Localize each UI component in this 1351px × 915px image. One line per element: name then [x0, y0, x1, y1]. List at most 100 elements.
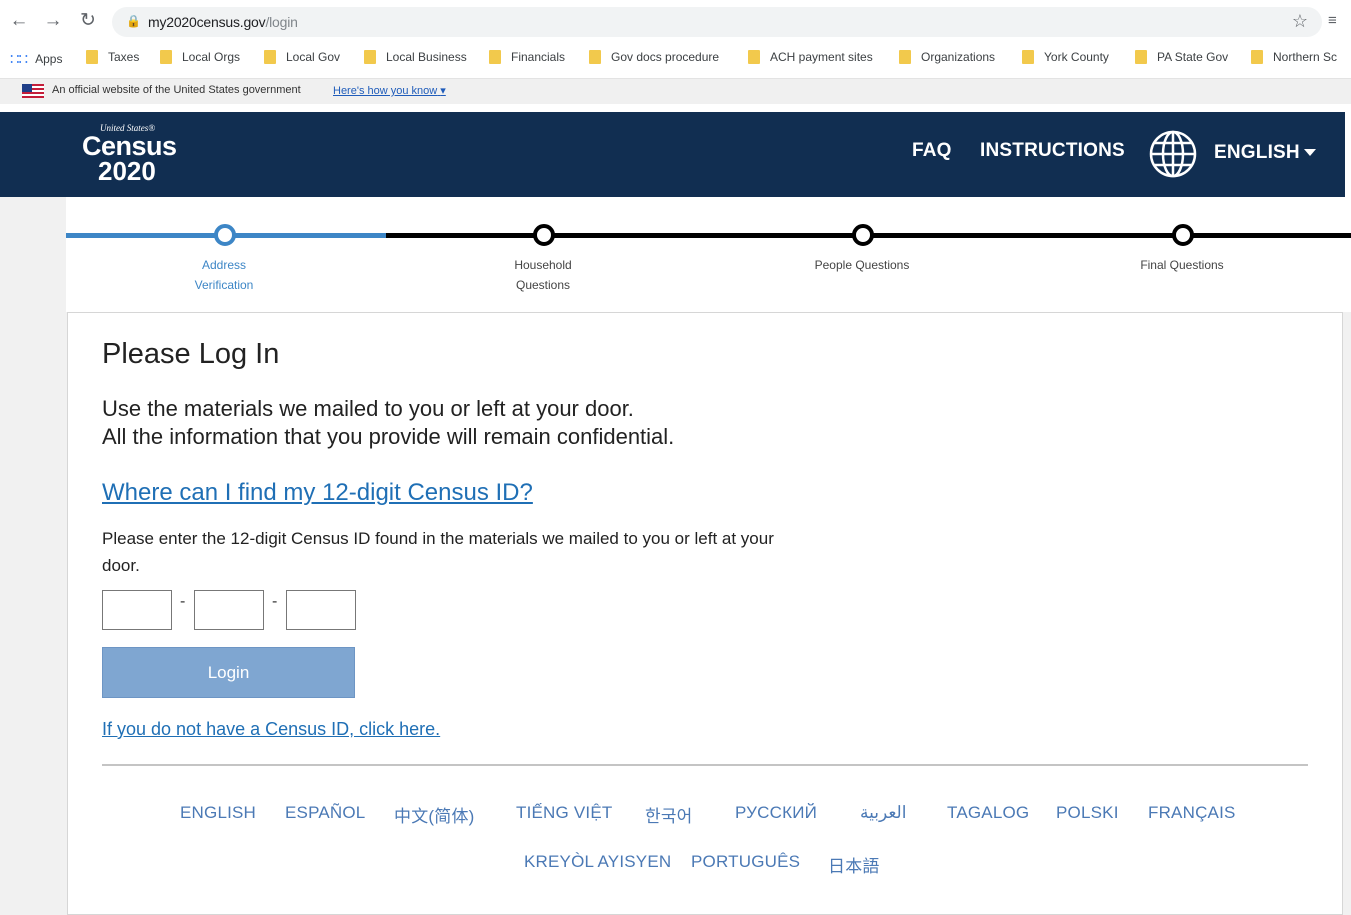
lang-link-chinese[interactable]: 中文(简体): [394, 802, 475, 827]
url-host: my2020census.gov: [148, 14, 266, 30]
caret-down-icon: [1303, 149, 1316, 157]
bookmark-folder[interactable]: Taxes: [86, 50, 139, 64]
step-label-household: Household Questions: [483, 255, 603, 295]
logo-year-text: 2020: [98, 156, 156, 186]
gov-banner-text: An official website of the United States…: [52, 84, 301, 96]
bookmark-folder[interactable]: PA State Gov: [1135, 50, 1228, 64]
lock-icon: 🔒: [126, 14, 141, 28]
folder-icon: [1251, 50, 1263, 64]
divider: [102, 764, 1308, 766]
bookmark-star-icon[interactable]: ☆: [1292, 11, 1308, 32]
no-census-id-link[interactable]: If you do not have a Census ID, click he…: [102, 719, 440, 740]
intro-line: All the information that you provide wil…: [102, 424, 675, 449]
site-header: United States® Census 2020 FAQ INSTRUCTI…: [0, 112, 1345, 197]
step-label-line: Address: [201, 258, 247, 272]
step-label-line: People Questions: [814, 258, 910, 272]
bookmark-folder[interactable]: Northern Sc: [1251, 50, 1337, 64]
url-text: my2020census.gov/login: [148, 14, 298, 30]
instructions-link[interactable]: INSTRUCTIONS: [980, 140, 1125, 162]
step-label-line: Household: [514, 258, 572, 272]
bookmark-folder[interactable]: Organizations: [899, 50, 995, 64]
lang-link-english[interactable]: ENGLISH: [180, 803, 256, 823]
globe-icon[interactable]: [1148, 129, 1198, 179]
step-label-final: Final Questions: [1102, 255, 1262, 275]
census-id-field-3[interactable]: [286, 590, 356, 630]
bookmark-label: Taxes: [108, 50, 140, 64]
folder-icon: [86, 50, 98, 64]
lang-link-french[interactable]: FRANÇAIS: [1148, 803, 1236, 823]
arrow-left-icon[interactable]: ←: [8, 10, 30, 32]
bookmark-label: Local Gov: [286, 50, 341, 64]
folder-icon: [364, 50, 376, 64]
caret-down-icon: ▾: [440, 85, 446, 97]
bookmark-folder[interactable]: Financials: [489, 50, 565, 64]
bookmark-folder[interactable]: Gov docs procedure: [589, 50, 719, 64]
bookmark-label: Financials: [511, 50, 566, 64]
bookmark-apps[interactable]: ∷∷ Apps: [10, 50, 62, 68]
reading-list-icon[interactable]: ≡: [1328, 12, 1337, 29]
lang-link-russian[interactable]: РУССКИЙ: [735, 803, 817, 823]
bookmark-folder[interactable]: Local Gov: [264, 50, 340, 64]
arrow-right-icon[interactable]: →: [42, 10, 64, 32]
apps-grid-icon: ∷∷: [10, 51, 28, 68]
lang-link-korean[interactable]: 한국어: [645, 802, 693, 827]
login-button[interactable]: Login: [102, 647, 355, 698]
census-id-field-1[interactable]: [102, 590, 172, 630]
census-2020-logo[interactable]: United States® Census 2020: [82, 124, 177, 186]
intro-text: Use the materials we mailed to you or le…: [102, 395, 674, 451]
progress-tracker: Address Verification Household Questions…: [66, 197, 1351, 312]
folder-icon: [489, 50, 501, 64]
lang-link-tagalog[interactable]: TAGALOG: [947, 803, 1029, 823]
bookmark-folder[interactable]: Local Orgs: [160, 50, 240, 64]
bookmark-label: PA State Gov: [1157, 50, 1229, 64]
browser-toolbar: ← → ↻ 🔒 my2020census.gov/login ☆ ≡: [0, 0, 1351, 42]
folder-icon: [748, 50, 760, 64]
us-flag-icon: [22, 84, 44, 98]
how-you-know-label: Here's how you know: [333, 85, 438, 97]
folder-icon: [899, 50, 911, 64]
lang-link-spanish[interactable]: ESPAÑOL: [285, 803, 365, 823]
how-you-know-link[interactable]: Here's how you know ▾: [333, 84, 446, 97]
census-id-field-2[interactable]: [194, 590, 264, 630]
bookmark-folder[interactable]: ACH payment sites: [748, 50, 873, 64]
bookmark-label: ACH payment sites: [770, 50, 873, 64]
language-label: ENGLISH: [1214, 142, 1300, 163]
step-label-address: Address Verification: [164, 255, 284, 295]
folder-icon: [1022, 50, 1034, 64]
step-marker-people: [852, 224, 874, 246]
bookmark-label: Apps: [35, 52, 63, 66]
lang-link-arabic[interactable]: العربية: [860, 803, 906, 823]
reload-icon[interactable]: ↻: [77, 10, 99, 32]
lang-link-japanese[interactable]: 日本語: [828, 852, 880, 877]
bookmarks-bar: ∷∷ Apps Taxes Local Orgs Local Gov Local …: [0, 44, 1351, 72]
step-label-people: People Questions: [782, 255, 942, 275]
faq-link[interactable]: FAQ: [912, 140, 952, 162]
bookmark-folder[interactable]: Local Business: [364, 50, 467, 64]
bookmark-folder[interactable]: York County: [1022, 50, 1109, 64]
folder-icon: [1135, 50, 1147, 64]
bookmark-label: Northern Sc: [1273, 50, 1338, 64]
folder-icon: [160, 50, 172, 64]
census-id-instructions: Please enter the 12-digit Census ID foun…: [102, 529, 774, 575]
folder-icon: [589, 50, 601, 64]
lang-link-haitian-creole[interactable]: KREYÒL AYISYEN: [524, 852, 671, 872]
bookmark-label: Local Orgs: [182, 50, 241, 64]
step-marker-address: [214, 224, 236, 246]
id-separator: -: [272, 593, 278, 610]
step-marker-final: [1172, 224, 1194, 246]
language-dropdown[interactable]: ENGLISH: [1214, 142, 1316, 164]
lang-link-portuguese[interactable]: PORTUGUÊS: [691, 852, 800, 872]
bookmark-label: Organizations: [921, 50, 996, 64]
gov-banner: An official website of the United States…: [0, 78, 1351, 104]
intro-line: Use the materials we mailed to you or le…: [102, 396, 634, 421]
step-label-line: Verification: [194, 278, 254, 292]
id-separator: -: [180, 593, 186, 610]
lang-link-vietnamese[interactable]: TIẾNG VIỆT: [516, 803, 612, 823]
step-label-line: Questions: [515, 278, 571, 292]
step-label-line: Final Questions: [1140, 258, 1224, 272]
address-bar[interactable]: 🔒 my2020census.gov/login ☆: [112, 7, 1322, 37]
login-card: Please Log In Use the materials we maile…: [67, 312, 1343, 915]
lang-link-polish[interactable]: POLSKI: [1056, 803, 1119, 823]
find-census-id-link[interactable]: Where can I find my 12-digit Census ID?: [102, 479, 533, 507]
bookmark-label: Local Business: [386, 50, 467, 64]
